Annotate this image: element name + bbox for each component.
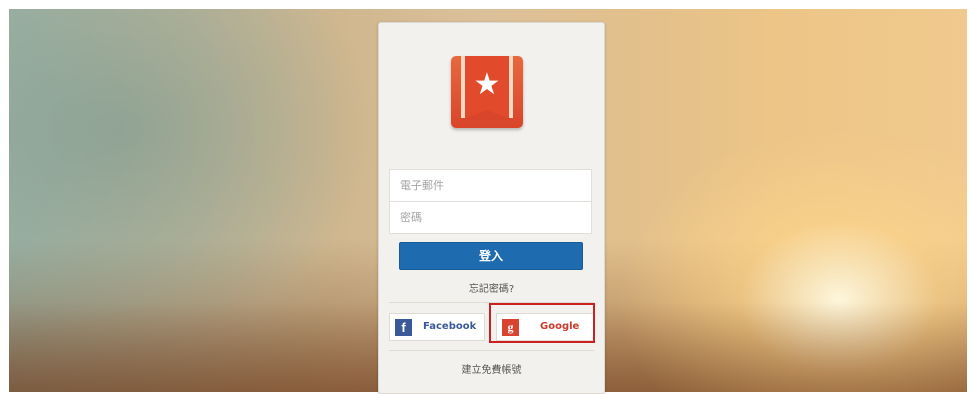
google-login-button[interactable]: g Google — [496, 313, 594, 341]
password-field[interactable] — [389, 201, 592, 234]
google-label: Google — [540, 321, 580, 332]
divider-bottom — [389, 350, 594, 351]
facebook-login-button[interactable]: f Facebook — [389, 313, 485, 341]
facebook-label: Facebook — [423, 321, 477, 332]
star-icon: ★ — [473, 67, 501, 102]
create-account-link[interactable]: 建立免費帳號 — [379, 361, 604, 376]
google-icon: g — [502, 319, 519, 336]
facebook-icon: f — [395, 319, 412, 336]
forgot-password-link[interactable]: 忘記密碼? — [379, 280, 604, 295]
logo-ribbon-notch — [461, 110, 513, 120]
sign-in-button[interactable]: 登入 — [399, 242, 583, 270]
divider-top — [389, 302, 594, 303]
login-card: ★ 登入 忘記密碼? f Facebook g Google 建立免費帳號 — [378, 22, 605, 394]
app-logo-icon: ★ — [451, 56, 523, 128]
email-field[interactable] — [389, 169, 592, 202]
